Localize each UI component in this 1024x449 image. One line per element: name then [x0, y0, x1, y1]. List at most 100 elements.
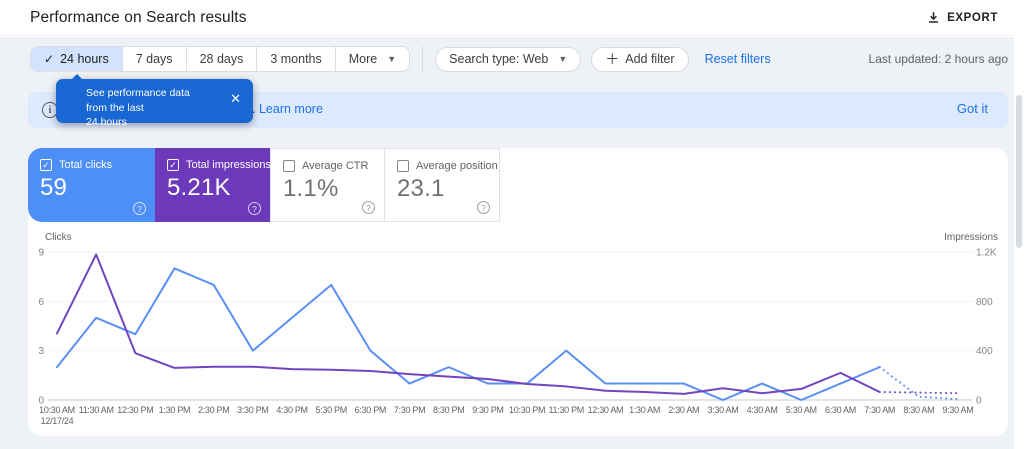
banner-text: . Learn more	[252, 102, 323, 116]
metric-value: 1.1%	[283, 175, 339, 202]
clicks-line-dotted	[878, 366, 959, 401]
x-axis-tick: 9:30 PM	[472, 405, 503, 415]
line-chart-svg: 0 03 4006 8009 1.2KClicks Impressions10:30 AM…	[38, 232, 998, 426]
checkbox-unchecked-icon[interactable]	[397, 160, 409, 172]
tooltip-text: See performance data from the last 24 ho…	[86, 86, 211, 130]
performance-panel: ✓ Total clicks 59 ? ✓ Total impressions …	[28, 148, 1008, 436]
add-filter-label: Add filter	[625, 52, 675, 66]
chevron-down-icon: ▼	[387, 54, 397, 64]
x-axis-tick: 4:30 AM	[747, 405, 778, 415]
right-axis-tick: 400	[976, 346, 993, 357]
right-axis-tick: 1.2K	[976, 248, 997, 259]
date-range-label: More	[348, 52, 378, 66]
metric-tiles: ✓ Total clicks 59 ? ✓ Total impressions …	[28, 148, 1008, 222]
date-range-label: 24 hours	[60, 52, 109, 66]
x-axis-tick: 3:30 AM	[707, 405, 738, 415]
learn-more-link[interactable]: Learn more	[259, 102, 323, 116]
date-range-label: 3 months	[270, 52, 322, 66]
x-axis-tick: 9:30 AM	[943, 405, 974, 415]
close-icon[interactable]: ✕	[230, 92, 241, 105]
metric-label: Total impressions	[186, 159, 271, 171]
download-icon	[929, 12, 939, 23]
date-range-more[interactable]: More ▼	[334, 47, 409, 71]
x-axis-tick: 10:30 PM	[509, 405, 545, 415]
tooltip-line-1: See performance data from the last	[86, 87, 190, 114]
scrollbar-thumb[interactable]	[1016, 95, 1022, 248]
page-title: Performance on Search results	[30, 9, 247, 26]
left-axis-tick: 3	[38, 346, 44, 357]
x-axis-tick: 2:30 AM	[668, 405, 699, 415]
x-axis-tick: 11:30 AM	[79, 405, 114, 415]
got-it-button[interactable]: Got it	[957, 101, 988, 116]
x-axis-tick: 5:30 AM	[786, 405, 817, 415]
impressions-line	[56, 253, 881, 395]
feature-tooltip: See performance data from the last 24 ho…	[56, 74, 253, 128]
x-axis-tick: 7:30 AM	[864, 405, 895, 415]
metric-label: Average CTR	[302, 160, 369, 172]
checkbox-checked-icon[interactable]: ✓	[167, 159, 179, 171]
reset-filters-link[interactable]: Reset filters	[705, 52, 771, 66]
x-axis-tick: 8:30 AM	[903, 405, 934, 415]
x-axis-tick: 10:30 AM	[39, 405, 75, 415]
x-axis-tick: 3:30 PM	[237, 405, 268, 415]
impressions-line-dotted	[878, 390, 959, 395]
clicks-impressions-chart: 0 0 3 400 6 800 9 1.2K Clicks Impressions 10:30 AM…	[38, 230, 998, 433]
divider	[422, 46, 424, 72]
export-button[interactable]: EXPORT	[919, 7, 1006, 28]
metric-value: 59	[40, 174, 68, 201]
x-axis-tick: 1:30 PM	[159, 405, 190, 415]
date-range-7-days[interactable]: 7 days	[121, 47, 186, 71]
metric-label: Total clicks	[59, 159, 113, 171]
right-axis-tick: 0	[976, 396, 982, 407]
help-icon[interactable]: ?	[477, 201, 490, 214]
metric-tile-average-position[interactable]: Average position 23.1 ?	[385, 148, 500, 222]
x-axis-tick: 6:30 PM	[355, 405, 386, 415]
x-axis-tick: 5:30 PM	[316, 405, 347, 415]
help-icon[interactable]: ?	[133, 202, 146, 215]
date-range-group: ✓ 24 hours 7 days 28 days 3 months More …	[30, 46, 411, 72]
metric-value: 23.1	[397, 175, 445, 202]
export-label: EXPORT	[947, 11, 998, 24]
metric-tile-total-impressions[interactable]: ✓ Total impressions 5.21K ?	[155, 148, 271, 222]
chevron-down-icon: ▼	[558, 54, 568, 64]
x-axis-tick: 2:30 PM	[198, 405, 229, 415]
date-range-label: 28 days	[199, 52, 244, 66]
filter-bar: ✓ 24 hours 7 days 28 days 3 months More …	[30, 46, 1008, 72]
left-axis-tick: 6	[38, 297, 44, 308]
x-axis-tick: 11:30 PM	[549, 405, 584, 415]
x-axis-tick: 6:30 AM	[825, 405, 856, 415]
search-type-filter[interactable]: Search type: Web ▼	[435, 46, 582, 72]
date-range-28-days[interactable]: 28 days	[185, 47, 257, 71]
help-icon[interactable]: ?	[248, 202, 261, 215]
last-updated-text: Last updated: 2 hours ago	[868, 52, 1008, 66]
right-axis-name: Impressions	[944, 232, 998, 243]
help-icon[interactable]: ?	[362, 201, 375, 214]
metric-tile-total-clicks[interactable]: ✓ Total clicks 59 ?	[28, 148, 155, 222]
x-axis-tick: 12:30 AM	[588, 405, 624, 415]
x-axis-date: 12/17/24	[41, 416, 74, 426]
metric-label: Average position	[416, 160, 498, 172]
x-axis-tick: 7:30 PM	[394, 405, 425, 415]
checkbox-unchecked-icon[interactable]	[283, 160, 295, 172]
left-axis-tick: 9	[38, 248, 44, 259]
metric-value: 5.21K	[167, 174, 231, 201]
date-range-label: 7 days	[135, 52, 173, 66]
tooltip-line-2: 24 hours	[86, 116, 127, 129]
left-axis-name: Clicks	[45, 232, 72, 243]
x-axis-tick: 12:30 PM	[117, 405, 153, 415]
date-range-3-months[interactable]: 3 months	[256, 47, 334, 71]
right-axis-tick: 800	[976, 297, 993, 308]
x-axis-tick: 1:30 AM	[629, 405, 660, 415]
x-axis-tick: 4:30 PM	[276, 405, 307, 415]
metric-tile-average-ctr[interactable]: Average CTR 1.1% ?	[270, 148, 385, 222]
add-filter-button[interactable]: ＋ Add filter	[591, 46, 689, 72]
search-type-label: Search type: Web	[449, 52, 549, 66]
clicks-line	[56, 267, 881, 401]
x-axis-tick: 8:30 PM	[433, 405, 464, 415]
search-console-performance-page: Performance on Search results EXPORT ✓ 2…	[0, 0, 1024, 449]
check-icon: ✓	[44, 52, 55, 66]
vertical-scrollbar	[1014, 0, 1024, 449]
checkbox-checked-icon[interactable]: ✓	[40, 159, 52, 171]
plus-icon: ＋	[605, 51, 620, 67]
top-bar: Performance on Search results EXPORT	[0, 0, 1014, 36]
